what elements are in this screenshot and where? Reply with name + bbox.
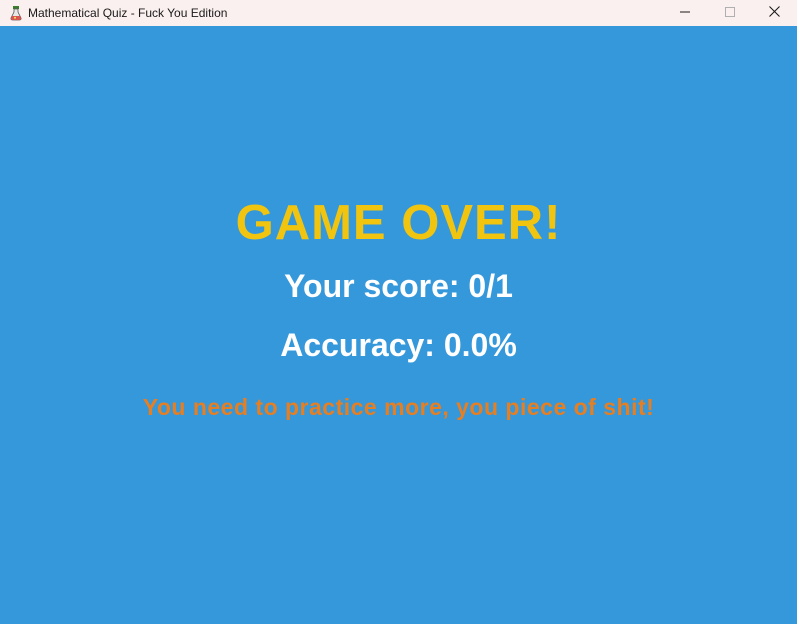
accuracy-text: Accuracy: 0.0%	[280, 327, 517, 363]
minimize-icon	[679, 4, 690, 22]
window-controls	[662, 0, 797, 26]
score-text: Your score: 0/1	[284, 268, 513, 304]
maximize-button[interactable]	[707, 0, 752, 26]
feedback-message: You need to practice more, you piece of …	[142, 394, 655, 420]
game-over-heading: GAME OVER!	[235, 196, 562, 250]
maximize-icon	[724, 4, 735, 22]
app-window: Mathematical Quiz - Fuck You Edition GAM…	[0, 0, 797, 624]
title-bar[interactable]: Mathematical Quiz - Fuck You Edition	[0, 0, 797, 26]
game-over-screen: GAME OVER! Your score: 0/1 Accuracy: 0.0…	[0, 26, 797, 624]
close-button[interactable]	[752, 0, 797, 26]
window-title: Mathematical Quiz - Fuck You Edition	[28, 6, 228, 20]
close-icon	[769, 4, 780, 22]
flask-icon	[8, 5, 24, 21]
minimize-button[interactable]	[662, 0, 707, 26]
